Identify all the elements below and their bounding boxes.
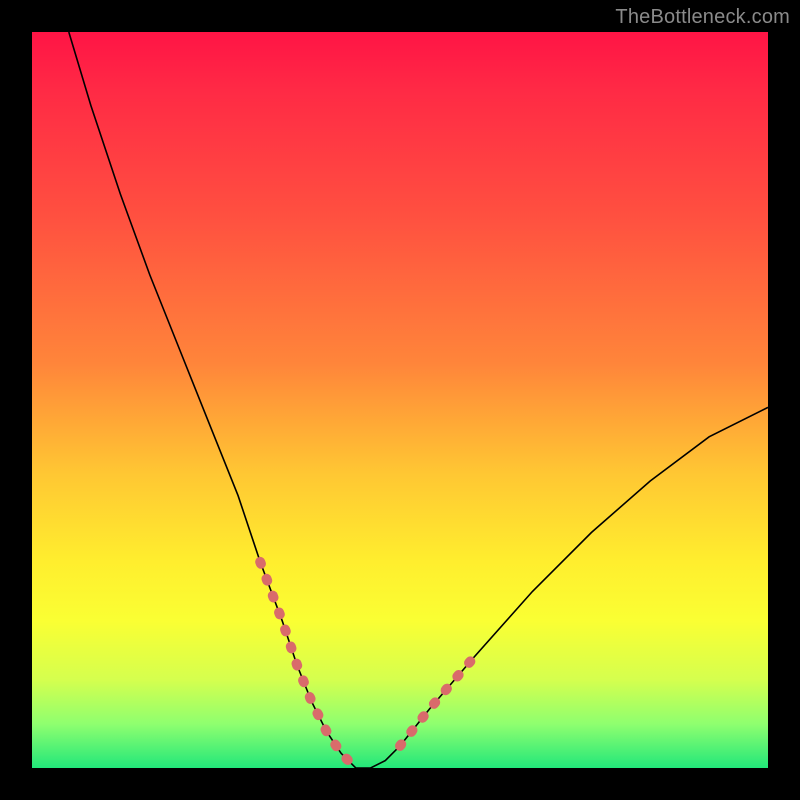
chart-frame: TheBottleneck.com (0, 0, 800, 800)
watermark-text: TheBottleneck.com (615, 6, 790, 29)
bottleneck-curve-path (69, 32, 768, 768)
chart-svg (32, 32, 768, 768)
highlight-left-path (260, 562, 356, 768)
chart-plot-area (32, 32, 768, 768)
